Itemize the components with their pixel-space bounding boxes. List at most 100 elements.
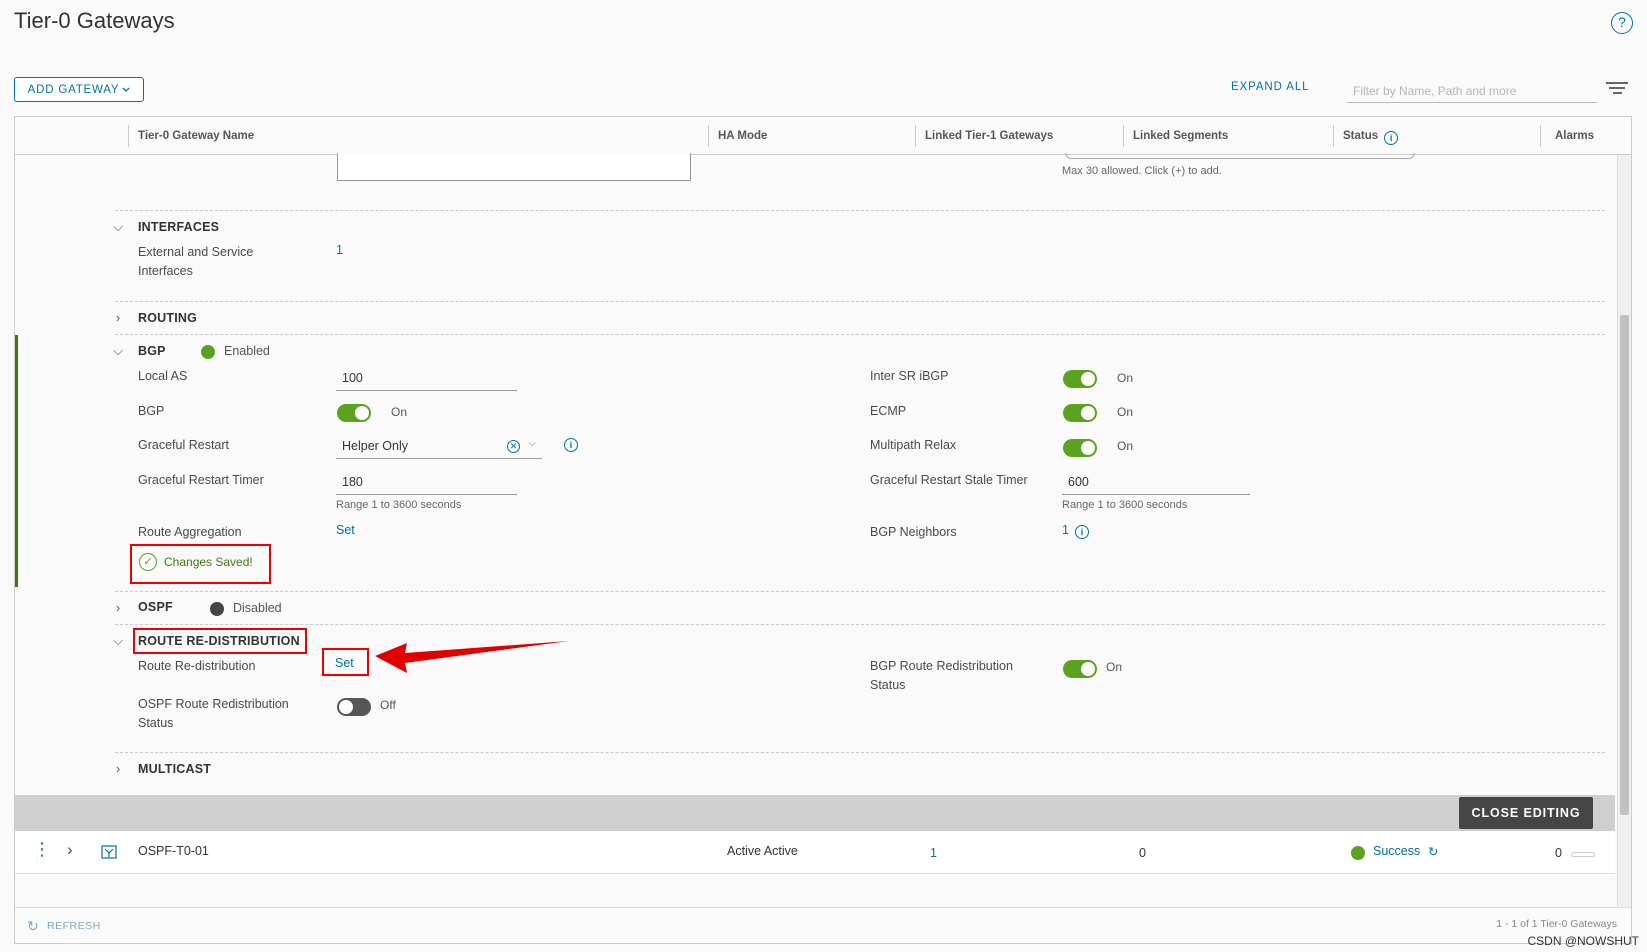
col-header-ha-mode[interactable]: HA Mode — [708, 117, 767, 155]
refresh-icon[interactable]: ↻ — [1428, 844, 1438, 859]
refresh-icon[interactable]: ↻ — [27, 918, 39, 935]
route-aggregation-label: Route Aggregation — [138, 525, 242, 539]
graceful-restart-select[interactable]: Helper Only ✕ ⌵ — [336, 435, 542, 459]
section-bgp[interactable]: BGP — [138, 344, 166, 358]
col-header-linked-t1[interactable]: Linked Tier-1 Gateways — [915, 117, 1053, 155]
expand-all-button[interactable]: EXPAND ALL — [1231, 81, 1309, 93]
interfaces-label-line2: Interfaces — [138, 264, 193, 278]
annotation-arrow — [375, 641, 569, 673]
chevron-right-icon[interactable]: › — [111, 762, 125, 776]
col-header-status-label: Status — [1343, 130, 1379, 142]
pagination-text: 1 - 1 of 1 Tier-0 Gateways — [1496, 918, 1617, 930]
chevron-down-icon[interactable]: ⌵ — [111, 344, 125, 358]
gateway-edit-panel: Max 30 allowed. Click (+) to add. ⌵ INTE… — [15, 153, 1615, 945]
stale-timer-input[interactable]: 600 — [1062, 471, 1250, 495]
route-aggregation-set-link[interactable]: Set — [336, 523, 355, 537]
clear-icon[interactable]: ✕ — [507, 440, 520, 453]
bgp-redistribution-status-label-line1: BGP Route Redistribution — [870, 659, 1013, 673]
chevron-down-icon[interactable]: ⌵ — [111, 634, 125, 648]
stale-timer-label: Graceful Restart Stale Timer — [870, 473, 1028, 487]
changes-saved-message: Changes Saved! — [164, 555, 253, 569]
section-ospf[interactable]: OSPF — [138, 600, 173, 614]
filter-input[interactable] — [1347, 79, 1597, 103]
chevron-right-icon[interactable]: › — [67, 840, 73, 860]
add-gateway-label: ADD GATEWAY — [27, 83, 120, 96]
description-textarea[interactable] — [337, 153, 691, 181]
ospf-redistribution-toggle[interactable] — [337, 698, 371, 716]
col-header-name[interactable]: Tier-0 Gateway Name — [128, 117, 254, 155]
inter-sr-toggle-state: On — [1117, 371, 1134, 385]
graceful-timer-input[interactable]: 180 — [336, 471, 517, 495]
section-interfaces[interactable]: INTERFACES — [138, 220, 219, 234]
tags-hint: Max 30 allowed. Click (+) to add. — [1062, 165, 1222, 177]
grid-footer: ↻ REFRESH 1 - 1 of 1 Tier-0 Gateways — [15, 907, 1631, 943]
gateway-linked-segments: 0 — [1139, 846, 1146, 860]
scrollbar-thumb[interactable] — [1620, 315, 1629, 815]
check-circle-icon: ✓ — [139, 553, 157, 571]
gateway-alarms: 0 — [1555, 846, 1562, 860]
filter-icon[interactable] — [1606, 82, 1628, 96]
route-redistribution-label: Route Re-distribution — [138, 659, 256, 673]
graceful-restart-value: Helper Only — [342, 439, 408, 453]
ospf-redistribution-status-label-line2: Status — [138, 716, 174, 730]
section-routing[interactable]: ROUTING — [138, 311, 197, 325]
refresh-button[interactable]: REFRESH — [47, 920, 101, 932]
section-route-redistribution[interactable]: ROUTE RE-DISTRIBUTION — [138, 634, 300, 648]
section-multicast[interactable]: MULTICAST — [138, 762, 211, 776]
ecmp-toggle-state: On — [1117, 405, 1134, 419]
bgp-toggle-label: BGP — [138, 404, 165, 418]
bgp-redistribution-status-label-line2: Status — [870, 678, 906, 692]
graceful-timer-label: Graceful Restart Timer — [138, 473, 264, 487]
close-editing-button[interactable]: CLOSE EDITING — [1459, 797, 1593, 829]
bgp-neighbors-link[interactable]: 1 — [1062, 523, 1069, 537]
bgp-redistribution-toggle[interactable] — [1063, 660, 1097, 678]
multipath-label: Multipath Relax — [870, 438, 957, 452]
info-icon[interactable]: i — [1075, 525, 1089, 539]
table-row[interactable]: ⋮ › OSPF-T0-01 Active Active 1 0 Success… — [15, 832, 1615, 874]
chevron-right-icon[interactable]: › — [111, 311, 125, 325]
chevron-right-icon[interactable]: › — [111, 601, 125, 615]
ospf-redistribution-status-label-line1: OSPF Route Redistribution — [138, 697, 289, 711]
tags-input[interactable] — [1065, 153, 1415, 159]
col-header-linked-segments[interactable]: Linked Segments — [1123, 117, 1228, 155]
bgp-enabled-status-dot — [201, 345, 215, 359]
bgp-redistribution-toggle-state: On — [1106, 660, 1123, 674]
bgp-state-label: Enabled — [224, 344, 270, 358]
row-actions-icon[interactable]: ⋮ — [33, 840, 51, 858]
gateway-grid: Tier-0 Gateway Name HA Mode Linked Tier-… — [14, 116, 1632, 944]
bgp-neighbors-label: BGP Neighbors — [870, 525, 957, 539]
chevron-down-icon[interactable]: ⌵ — [528, 438, 536, 449]
graceful-restart-label: Graceful Restart — [138, 438, 230, 452]
gateway-name[interactable]: OSPF-T0-01 — [138, 844, 209, 858]
multipath-toggle-state: On — [1117, 439, 1134, 453]
col-header-status[interactable]: Status i — [1333, 117, 1399, 155]
gateway-status[interactable]: Success — [1373, 844, 1420, 858]
vertical-scrollbar[interactable] — [1617, 155, 1631, 925]
help-icon[interactable]: ? — [1611, 12, 1633, 34]
bgp-toggle-state: On — [391, 405, 408, 419]
gateway-ha-mode: Active Active — [727, 844, 798, 858]
ecmp-toggle[interactable] — [1063, 404, 1097, 422]
editing-indicator-bar — [15, 335, 18, 587]
col-header-alarms[interactable]: Alarms — [1545, 117, 1594, 155]
info-icon[interactable]: i — [1384, 131, 1399, 145]
add-gateway-button[interactable]: ADD GATEWAY — [14, 77, 144, 102]
alarm-bar — [1571, 852, 1595, 857]
route-redistribution-set-link[interactable]: Set — [335, 656, 354, 670]
local-as-label: Local AS — [138, 369, 188, 383]
info-icon[interactable]: i — [564, 438, 578, 452]
multipath-toggle[interactable] — [1063, 439, 1097, 457]
local-as-input[interactable]: 100 — [336, 367, 517, 391]
interfaces-label-line1: External and Service — [138, 245, 254, 259]
ospf-disabled-status-dot — [210, 602, 224, 616]
ospf-state-label: Disabled — [233, 601, 282, 615]
inter-sr-toggle[interactable] — [1063, 370, 1097, 388]
chevron-down-icon[interactable]: ⌵ — [111, 220, 125, 234]
interfaces-count-link[interactable]: 1 — [336, 243, 343, 257]
success-status-dot — [1351, 846, 1365, 860]
watermark: CSDN @NOWSHUT — [1527, 934, 1639, 948]
bgp-toggle[interactable] — [337, 404, 371, 422]
gateway-linked-t1-link[interactable]: 1 — [930, 846, 937, 860]
graceful-timer-hint: Range 1 to 3600 seconds — [336, 499, 462, 511]
gateway-icon — [101, 845, 117, 859]
